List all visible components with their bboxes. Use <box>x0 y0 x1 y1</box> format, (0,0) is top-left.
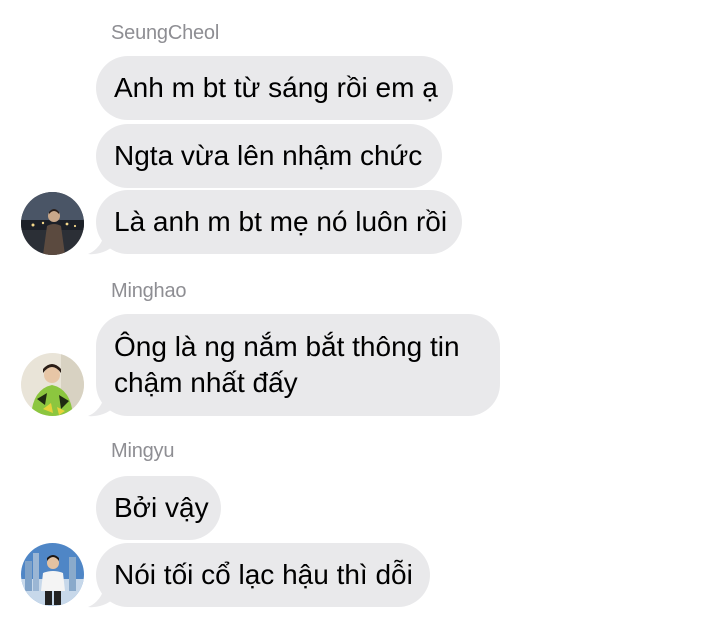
bubble-tail <box>84 232 114 256</box>
bubble-tail <box>84 394 114 418</box>
seungcheol-avatar-icon[interactable] <box>21 192 84 255</box>
message-text: Anh m bt từ sáng rồi em ạ <box>114 72 438 103</box>
message-bubble[interactable]: Ngta vừa lên nhậm chức <box>96 124 442 188</box>
message-bubble[interactable]: Ông là ng nắm bắt thông tin chậm nhất đấ… <box>96 314 500 416</box>
mingyu-avatar-icon[interactable] <box>21 543 84 606</box>
chat-thread: SeungCheol Anh m bt từ sáng rồi em ạ Ngt… <box>0 0 720 626</box>
message-bubble[interactable]: Anh m bt từ sáng rồi em ạ <box>96 56 453 120</box>
message-text: Ngta vừa lên nhậm chức <box>114 140 423 171</box>
sender-name: Mingyu <box>111 440 175 462</box>
message-text: Ông là ng nắm bắt thông tin chậm nhất đấ… <box>114 331 460 398</box>
message-bubble[interactable]: Là anh m bt mẹ nó luôn rồi <box>96 190 462 254</box>
message-text: Là anh m bt mẹ nó luôn rồi <box>114 206 448 237</box>
minghao-avatar-icon[interactable] <box>21 353 84 416</box>
bubble-tail <box>84 585 114 609</box>
message-text: Nói tối cổ lạc hậu thì dỗi <box>114 559 413 590</box>
message-text: Bởi vậy <box>114 492 209 523</box>
sender-name: Minghao <box>111 280 187 302</box>
sender-name: SeungCheol <box>111 22 220 44</box>
message-bubble[interactable]: Nói tối cổ lạc hậu thì dỗi <box>96 543 430 607</box>
message-bubble[interactable]: Bởi vậy <box>96 476 221 540</box>
